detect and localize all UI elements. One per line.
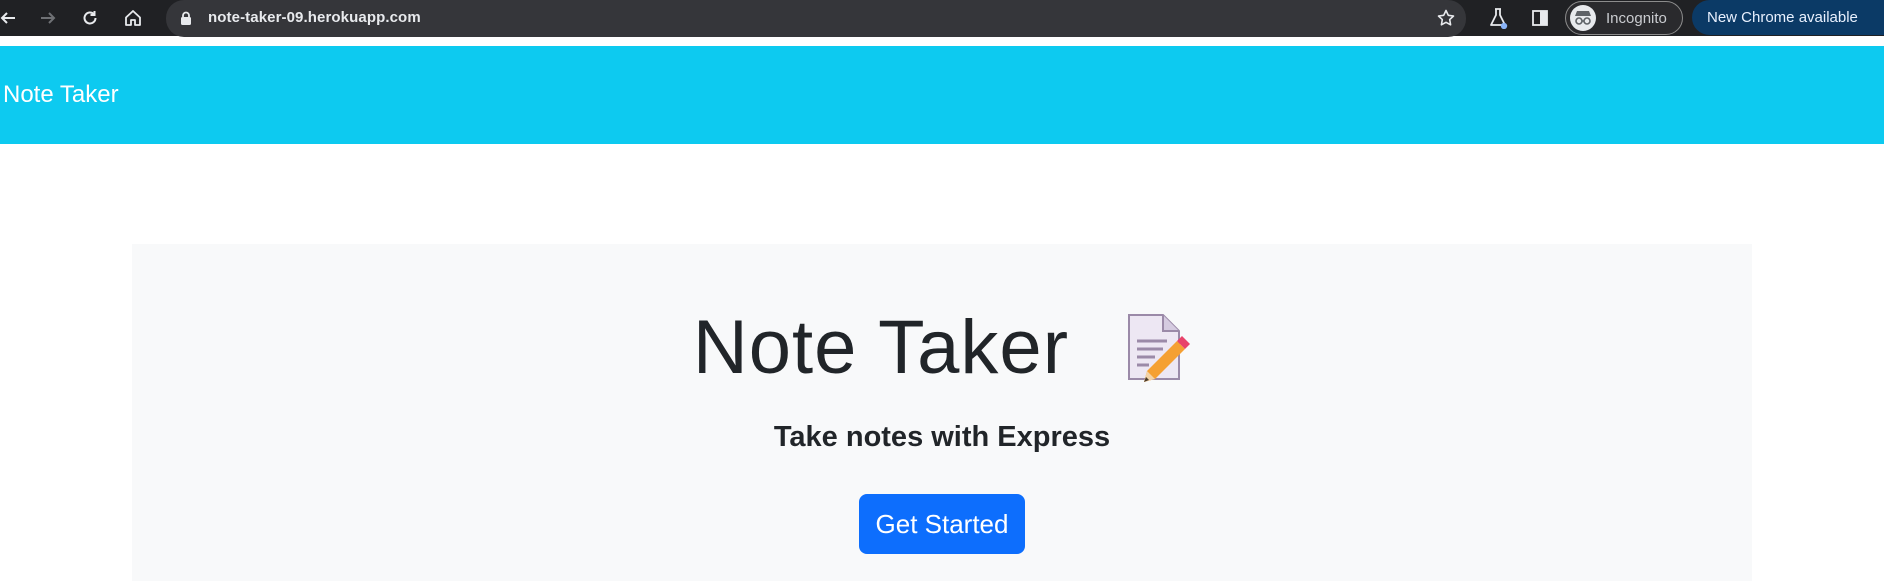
back-button[interactable] (0, 0, 26, 36)
forward-arrow-icon (41, 12, 56, 24)
update-label: New Chrome available (1707, 9, 1858, 26)
reload-button[interactable] (72, 0, 108, 36)
new-chrome-available-button[interactable]: New Chrome available (1692, 0, 1884, 35)
page-title: Note Taker (132, 304, 1752, 401)
incognito-icon (1570, 5, 1596, 31)
lock-icon (181, 11, 191, 25)
labs-flask-icon (1490, 8, 1508, 29)
side-panel-button[interactable] (1522, 0, 1558, 36)
labs-button[interactable] (1480, 0, 1516, 36)
browser-toolbar: note-taker-09.herokuapp.com Incognito Ne (0, 0, 1884, 37)
address-bar[interactable]: note-taker-09.herokuapp.com (166, 0, 1466, 37)
incognito-label: Incognito (1606, 9, 1667, 27)
incognito-profile-button[interactable]: Incognito (1565, 1, 1683, 35)
forward-button[interactable] (30, 0, 66, 36)
url-text: note-taker-09.herokuapp.com (208, 9, 421, 26)
get-started-button[interactable]: Get Started (859, 494, 1025, 554)
star-icon[interactable] (1436, 8, 1456, 28)
navbar: Note Taker (0, 46, 1884, 144)
hero-section: Note Taker Take notes with Express Get S… (132, 244, 1752, 581)
back-arrow-icon (0, 12, 15, 24)
home-button[interactable] (115, 0, 151, 36)
reload-icon (83, 11, 97, 25)
title-text: Note Taker (692, 305, 1069, 390)
memo-emoji-icon (1121, 311, 1191, 401)
home-icon (125, 10, 141, 26)
side-panel-icon (1532, 10, 1548, 26)
navbar-brand[interactable]: Note Taker (3, 81, 119, 109)
page-subtitle: Take notes with Express (773, 421, 1111, 453)
